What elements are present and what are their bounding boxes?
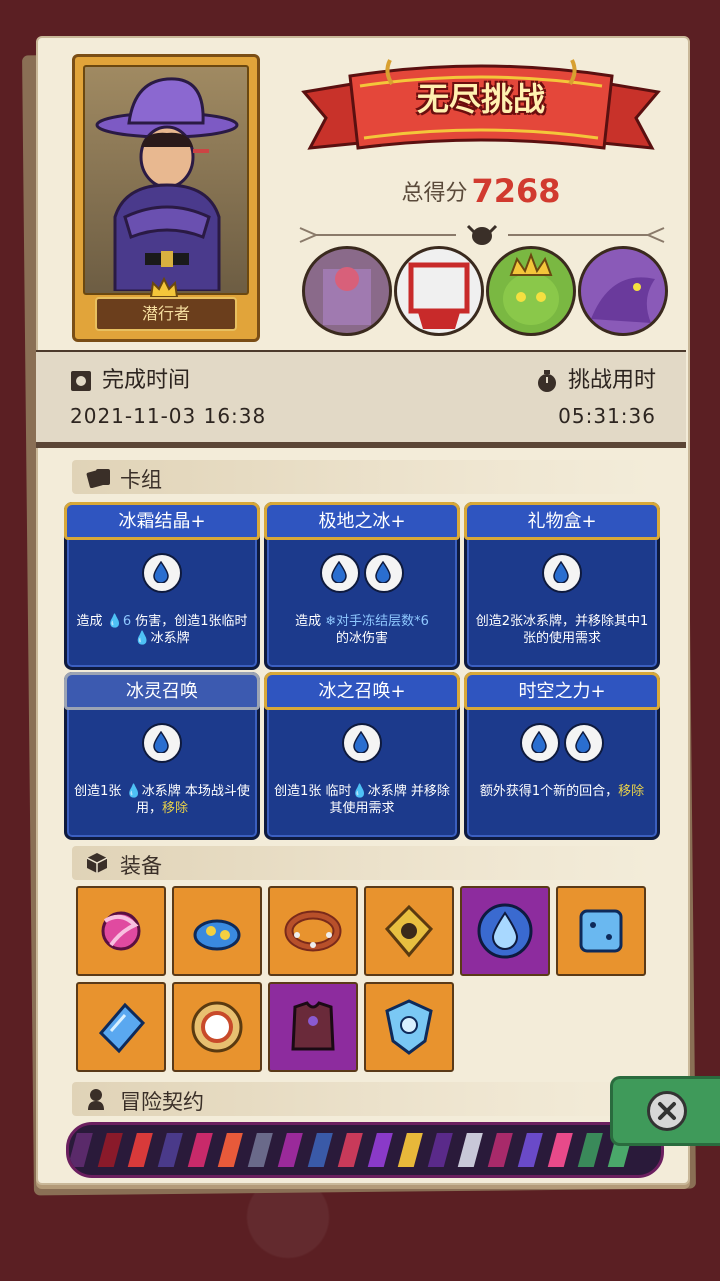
score-value: 7268 (471, 172, 561, 210)
contract-section-header: 冒险契约 (72, 1082, 652, 1116)
completion-time-label: 完成时间 (102, 368, 191, 393)
deck-card[interactable]: 时空之力+ 额外获得1个新的回合，移除 (464, 672, 660, 840)
hero-name: 潜行者 (95, 297, 237, 331)
water-orb-icon (320, 553, 360, 593)
hero-portrait (83, 65, 249, 295)
film-icon (71, 371, 91, 391)
card-name: 时空之力+ (518, 681, 606, 702)
card-description: 造成 💧6 伤害，创造1张临时💧冰系牌 (76, 614, 248, 646)
close-button[interactable] (647, 1091, 687, 1131)
completion-date: 2021-11-03 16:38 (70, 404, 267, 428)
deck-card[interactable]: 冰之召唤+ 创造1张 临时💧冰系牌 并移除其使用需求 (264, 672, 460, 840)
deck-section-title: 卡组 (120, 468, 162, 492)
completion-info-bar: 完成时间 挑战用时 2021-11-03 16:38 05:31:36 (36, 350, 686, 448)
contract-list[interactable] (66, 1122, 664, 1178)
water-orb-icon (542, 553, 582, 593)
deck-card[interactable]: 冰霜结晶+ 造成 💧6 伤害，创造1张临时💧冰系牌 (64, 502, 260, 670)
purple-armor-icon[interactable] (268, 982, 358, 1072)
water-orb-icon (142, 553, 182, 593)
deck-card[interactable]: 极地之冰+ 造成 ❄对手冻结层数*6 的冰伤害 (264, 502, 460, 670)
card-description: 额外获得1个新的回合，移除 (479, 784, 645, 799)
card-name: 冰之召唤+ (318, 681, 406, 702)
water-drop-icon[interactable] (460, 886, 550, 976)
water-orb-icon (520, 723, 560, 763)
card-name: 礼物盒+ (527, 511, 597, 532)
card-name: 冰灵召唤 (126, 681, 198, 702)
water-orb-icon (364, 553, 404, 593)
blue-blob-icon[interactable] (172, 886, 262, 976)
banner-title: 无尽挑战 (416, 80, 545, 118)
skull-divider-icon (299, 224, 665, 245)
crown-icon (149, 277, 179, 298)
close-icon (658, 1102, 676, 1120)
golden-amulet-icon[interactable] (364, 886, 454, 976)
card-description: 创造1张 💧冰系牌 本场战斗使用，移除 (74, 784, 250, 816)
person-icon (88, 1089, 104, 1110)
water-orb-icon (564, 723, 604, 763)
ring-shield-icon[interactable] (172, 982, 262, 1072)
card-description: 创造1张 临时💧冰系牌 并移除其使用需求 (274, 784, 450, 816)
hero-card[interactable]: 潜行者 (72, 54, 260, 342)
dragon-orb-icon[interactable] (76, 886, 166, 976)
ice-crystal-icon[interactable] (76, 982, 166, 1072)
deck-section-header: 卡组 (72, 460, 652, 494)
card-description: 造成 ❄对手冻结层数*6 的冰伤害 (295, 614, 429, 646)
cards-icon (86, 469, 110, 488)
deck-card[interactable]: 礼物盒+ 创造2张冰系牌，并移除其中1张的使用需求 (464, 502, 660, 670)
score-row: 总得分 7268 (300, 172, 662, 210)
score-label: 总得分 (401, 181, 468, 206)
water-orb-icon (142, 723, 182, 763)
stopwatch-icon (537, 370, 556, 392)
card-name: 冰霜结晶+ (118, 511, 206, 532)
contract-section-title: 冒险契约 (120, 1090, 204, 1114)
equipment-section-header: 装备 (72, 846, 652, 880)
boss-portrait-golem[interactable] (302, 246, 392, 336)
boss-portrait-goblin-king[interactable] (486, 246, 576, 336)
ice-cube-icon[interactable] (556, 886, 646, 976)
close-tab[interactable] (610, 1076, 720, 1146)
spiked-collar-icon[interactable] (268, 886, 358, 976)
boss-portrait-cage[interactable] (394, 246, 484, 336)
box-icon (86, 853, 108, 873)
deck-card[interactable]: 冰灵召唤 创造1张 💧冰系牌 本场战斗使用，移除 (64, 672, 260, 840)
title-banner: 无尽挑战 (300, 52, 662, 168)
challenge-duration-label: 挑战用时 (567, 368, 656, 393)
equipment-section-title: 装备 (120, 854, 162, 878)
challenge-duration: 05:31:36 (558, 404, 656, 428)
boss-list (302, 246, 668, 336)
boss-portrait-dragon[interactable] (578, 246, 668, 336)
card-description: 创造2张冰系牌，并移除其中1张的使用需求 (475, 614, 649, 646)
card-name: 极地之冰+ (318, 511, 406, 532)
water-orb-icon (342, 723, 382, 763)
ice-shield-icon[interactable] (364, 982, 454, 1072)
